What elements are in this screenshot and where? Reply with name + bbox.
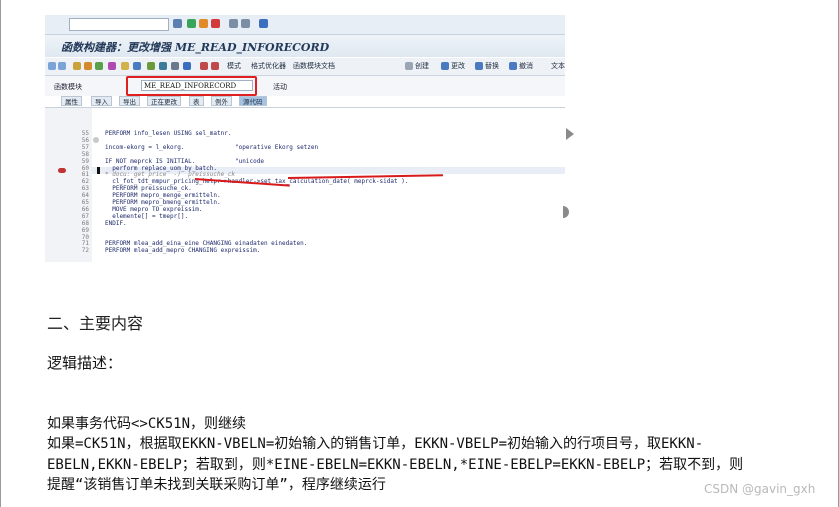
paragraph-line-1: 如果事务代码<>CK51N，则继续: [47, 416, 247, 432]
window-icon[interactable]: [171, 62, 179, 70]
where-used-icon[interactable]: [121, 62, 129, 70]
print-icon[interactable]: [229, 19, 238, 28]
text-button[interactable]: 文本: [551, 61, 565, 71]
code-text: elemente[] = tmepr[].: [105, 212, 189, 220]
line-number: 57: [81, 143, 89, 151]
red-highlight-box: [126, 76, 257, 96]
tab-tables[interactable]: 表: [189, 96, 204, 106]
code-text: incom-ekorg = l_ekorg. "operative Ekorg …: [105, 143, 319, 151]
line-number: 67: [81, 212, 89, 220]
paragraph-line-2: 如果=CK51N，根据取EKKN-VBELN=初始输入的销售订单，EKKN-VB…: [47, 436, 704, 452]
enhance-icon[interactable]: [200, 62, 208, 70]
status-text: 活动: [273, 83, 287, 91]
code-line[interactable]: 58: [45, 150, 565, 158]
back-arrow-icon[interactable]: [48, 62, 56, 70]
test-icon[interactable]: [108, 62, 116, 70]
create-icon: [405, 62, 413, 70]
command-field[interactable]: [69, 18, 169, 31]
watermark: CSDN @gavin_gxh: [704, 482, 816, 496]
save-icon[interactable]: [173, 19, 182, 28]
cancel-icon[interactable]: [211, 19, 220, 28]
function-module-label: 函数模块: [54, 83, 82, 91]
window-titlebar: 函数构建器：更改增强 ME_READ_INFORECORD: [45, 35, 565, 57]
code-text: MOVE mepro TO expreissim.: [105, 205, 203, 213]
code-line[interactable]: 68 ENDIF.: [45, 219, 565, 227]
code-line[interactable]: 72 PERFORM mlea_add_mepro CHANGING exprei…: [45, 248, 565, 254]
stack-icon[interactable]: [159, 62, 167, 70]
change-button[interactable]: 更改: [451, 61, 465, 71]
code-text: PERFORM mlea_add_mepro CHANGING expreiss…: [105, 247, 261, 255]
activate-icon[interactable]: [84, 62, 92, 70]
pattern-button[interactable]: 模式: [227, 61, 241, 71]
code-line[interactable]: 56: [45, 136, 565, 144]
window-title: 函数构建器：更改增强 ME_READ_INFORECORD: [61, 41, 330, 54]
fm-documentation-button[interactable]: 函数模块文档: [293, 61, 335, 71]
function-module-row: 函数模块 ME_READ_INFORECORD 活动: [45, 76, 565, 96]
paragraph-line-3: EBELN,EKKN-EBELP；若取到，则*EINE-EBELN=EKKN-E…: [47, 457, 744, 473]
check-icon[interactable]: [95, 62, 103, 70]
hierarchy-icon[interactable]: [147, 62, 155, 70]
line-number: 56: [81, 136, 89, 144]
help-icon[interactable]: [259, 19, 268, 28]
line-number: 68: [81, 219, 89, 227]
undo-icon: [509, 62, 517, 70]
code-text: IF NOT meprck IS INITIAL. "unicode: [105, 157, 264, 165]
info-icon[interactable]: [183, 62, 191, 70]
undo-button[interactable]: 撤消: [519, 61, 533, 71]
line-number: 72: [81, 247, 89, 255]
tab-attributes[interactable]: 属性: [61, 96, 82, 106]
scroll-handle[interactable]: [563, 206, 569, 218]
back-icon[interactable]: [187, 19, 196, 28]
code-text: PERFORM info_lesen USING sel_matnr.: [105, 130, 232, 137]
code-line[interactable]: 66 MOVE mepro TO expreissim.: [45, 205, 565, 213]
code-line[interactable]: 67 elemente[] = tmepr[].: [45, 212, 565, 220]
line-number: 59: [81, 157, 89, 165]
paragraph-line-4: 提醒“该销售订单未找到关联采购订单”，程序继续运行: [47, 477, 386, 493]
code-line[interactable]: 57 incom-ekorg = l_ekorg. "operative Ekor…: [45, 143, 565, 151]
application-toolbar: 模式 格式优化器 函数模块文档 创建 更改 替换 撤消 文本: [45, 58, 565, 76]
line-number: 58: [81, 150, 89, 158]
tab-import[interactable]: 导入: [91, 96, 112, 106]
tab-export[interactable]: 导出: [119, 96, 140, 106]
tab-changing[interactable]: 正在更改: [147, 96, 181, 106]
document-page: 函数构建器：更改增强 ME_READ_INFORECORD 模式 格式优化器 函…: [0, 0, 839, 507]
expand-arrow-icon[interactable]: [566, 128, 574, 140]
system-toolbar: [45, 15, 565, 35]
code-line[interactable]: 59 IF NOT meprck IS INITIAL. "unicode: [45, 157, 565, 165]
tab-exceptions[interactable]: 例外: [211, 96, 232, 106]
pretty-printer-button[interactable]: 格式优化器: [251, 61, 286, 71]
line-number: 66: [81, 205, 89, 213]
code-text: ENDIF.: [105, 219, 127, 227]
change-icon: [441, 62, 449, 70]
enhance-spot-icon[interactable]: [211, 62, 219, 70]
code-editor[interactable]: 55 PERFORM info_lesen USING sel_matnr. 56 5…: [45, 107, 565, 262]
create-button[interactable]: 创建: [415, 61, 429, 71]
replace-icon: [475, 62, 483, 70]
line-number: 69: [81, 226, 89, 234]
code-line[interactable]: 55 PERFORM info_lesen USING sel_matnr.: [45, 131, 565, 137]
tab-source-code[interactable]: 源代码: [239, 96, 267, 106]
sap-screenshot: 函数构建器：更改增强 ME_READ_INFORECORD 模式 格式优化器 函…: [45, 15, 565, 262]
logic-label: 逻辑描述：: [47, 354, 123, 372]
find-icon[interactable]: [241, 19, 250, 28]
object-list-icon[interactable]: [133, 62, 141, 70]
exit-icon[interactable]: [199, 19, 208, 28]
section-heading: 二、主要内容: [47, 314, 144, 333]
replace-button[interactable]: 替换: [485, 61, 499, 71]
display-change-icon[interactable]: [73, 62, 81, 70]
forward-arrow-icon[interactable]: [58, 62, 66, 70]
code-line[interactable]: 69: [45, 226, 565, 234]
